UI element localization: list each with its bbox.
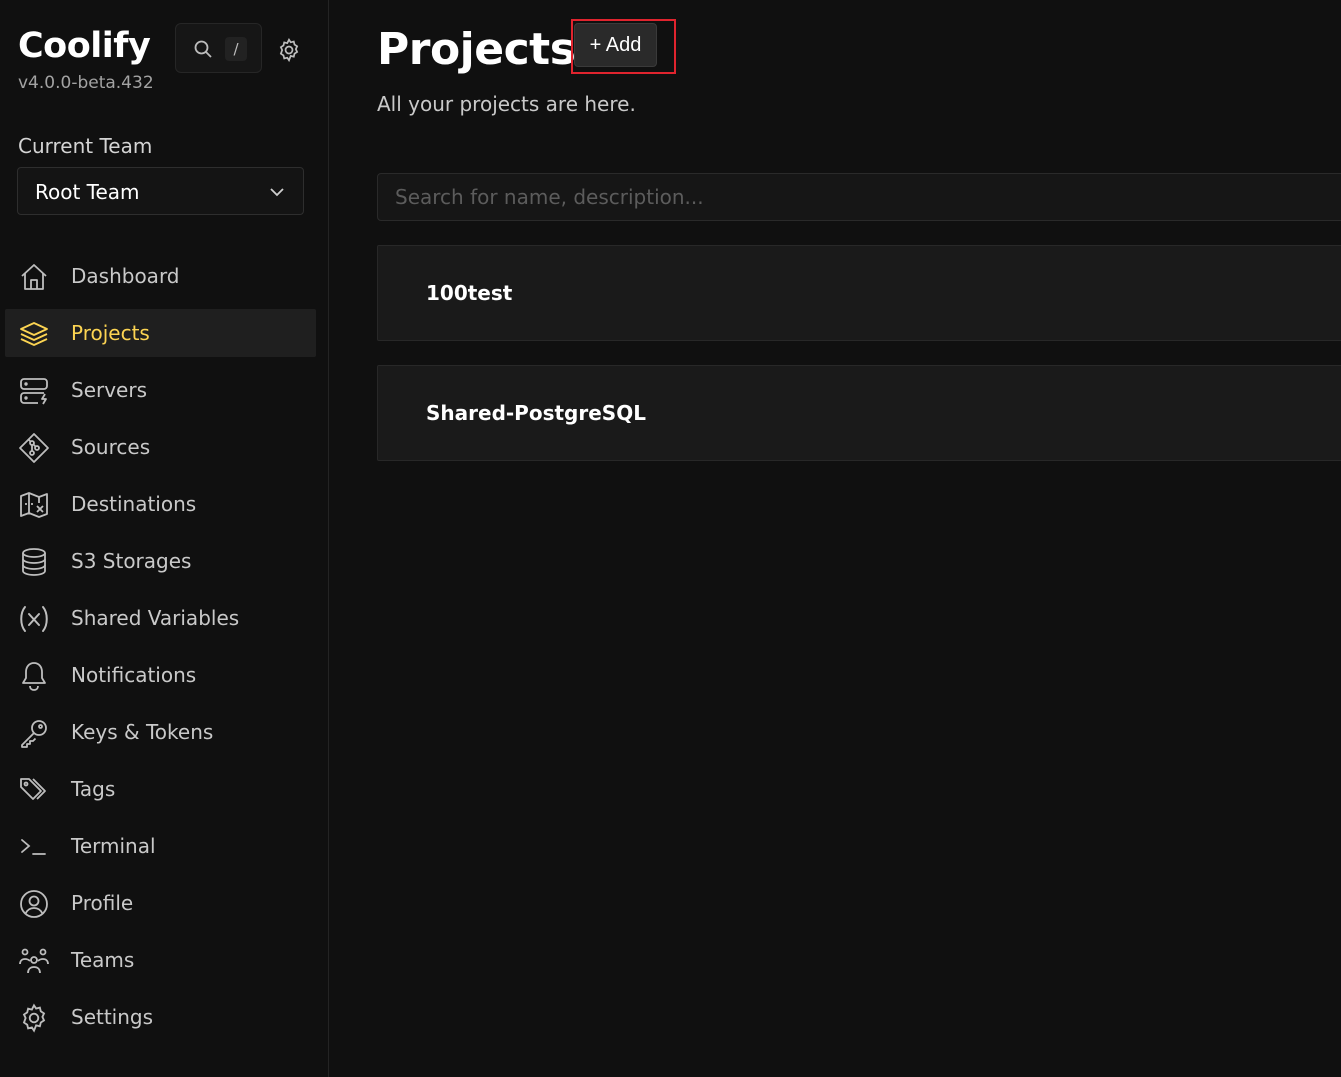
home-icon (18, 261, 50, 293)
brand-logo[interactable]: Coolify (18, 26, 151, 66)
sidebar-item-keys-tokens[interactable]: Keys & Tokens (5, 708, 316, 756)
sidebar-item-tags[interactable]: Tags (5, 765, 316, 813)
project-card-100test[interactable]: 100test (377, 245, 1341, 341)
version-label: v4.0.0-beta.432 (18, 73, 154, 93)
project-card-shared-postgresql[interactable]: Shared-PostgreSQL (377, 365, 1341, 461)
profile-icon (18, 888, 50, 920)
page-subtitle: All your projects are here. (377, 92, 636, 116)
team-select[interactable]: Root Team (17, 167, 304, 215)
global-search-button[interactable]: / (175, 23, 262, 73)
sidebar-item-label: Terminal (71, 834, 156, 858)
sidebar-item-shared-variables[interactable]: Shared Variables (5, 594, 316, 642)
page-title: Projects (377, 24, 576, 75)
layers-icon (18, 318, 50, 350)
add-project-button[interactable]: + Add (574, 23, 657, 67)
sidebar-item-label: Dashboard (71, 264, 180, 288)
sidebar-item-label: Teams (71, 948, 135, 972)
settings-gear-icon[interactable] (276, 37, 302, 63)
users-icon (18, 945, 50, 977)
sidebar-item-label: Projects (71, 321, 150, 345)
sidebar-item-servers[interactable]: Servers (5, 366, 316, 414)
database-icon (18, 546, 50, 578)
sidebar-item-label: Notifications (71, 663, 197, 687)
sidebar-item-destinations[interactable]: Destinations (5, 480, 316, 528)
map-icon (18, 489, 50, 521)
sidebar-item-s3-storages[interactable]: S3 Storages (5, 537, 316, 585)
sidebar-item-label: Shared Variables (71, 606, 240, 630)
sidebar-item-label: Profile (71, 891, 134, 915)
sidebar-item-label: Sources (71, 435, 151, 459)
sidebar-item-label: Servers (71, 378, 148, 402)
bell-icon (18, 660, 50, 692)
sidebar-item-label: Settings (71, 1005, 154, 1029)
search-icon (193, 39, 213, 59)
sidebar-item-settings[interactable]: Settings (5, 993, 316, 1041)
sidebar-item-label: S3 Storages (71, 549, 192, 573)
terminal-icon (18, 831, 50, 863)
server-icon (18, 375, 50, 407)
sidebar-item-sources[interactable]: Sources (5, 423, 316, 471)
gear-icon (18, 1002, 50, 1034)
sidebar-item-terminal[interactable]: Terminal (5, 822, 316, 870)
key-icon (18, 717, 50, 749)
current-team-label: Current Team (18, 134, 153, 158)
sidebar-item-projects[interactable]: Projects (5, 309, 316, 357)
tag-icon (18, 774, 50, 806)
main-content: Projects + Add All your projects are her… (330, 0, 1341, 1077)
sidebar-item-label: Tags (71, 777, 116, 801)
variable-icon (18, 603, 50, 635)
sidebar-item-dashboard[interactable]: Dashboard (5, 252, 316, 300)
project-name: Shared-PostgreSQL (426, 401, 646, 425)
sidebar-nav: Dashboard Projects Servers Sources Desti… (5, 252, 316, 1050)
sidebar-item-label: Keys & Tokens (71, 720, 214, 744)
sidebar: Coolify v4.0.0-beta.432 / Current Team R… (0, 0, 329, 1077)
sidebar-item-profile[interactable]: Profile (5, 879, 316, 927)
search-input[interactable] (377, 173, 1341, 221)
app-root: Coolify v4.0.0-beta.432 / Current Team R… (0, 0, 1341, 1077)
sidebar-item-notifications[interactable]: Notifications (5, 651, 316, 699)
shortcut-key: / (225, 37, 247, 61)
chevron-down-icon (268, 183, 286, 201)
team-select-value: Root Team (35, 180, 140, 204)
project-name: 100test (426, 281, 513, 305)
sidebar-item-label: Destinations (71, 492, 197, 516)
git-icon (18, 432, 50, 464)
sidebar-item-teams[interactable]: Teams (5, 936, 316, 984)
